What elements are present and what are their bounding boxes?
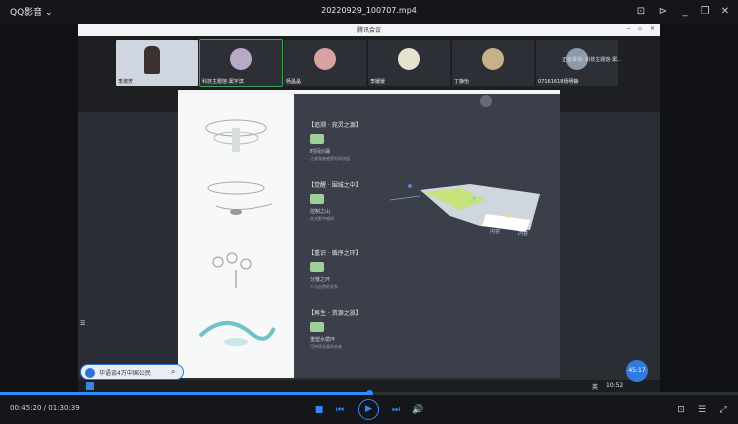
slide-right-pane: 【追溯 · 宛灵之源】 时间沙漏 让参观者感受时间流逝 【觉醒 · 围城之中】 … — [294, 94, 560, 378]
recorded-search-pill: 华语谈4万中国公民 ⌕ — [80, 364, 184, 380]
section-note: 可持续发展的未来 — [310, 344, 342, 349]
screenshot-icon[interactable]: ⊡ — [674, 403, 688, 417]
shared-screen: 【追溯 · 宛灵之源】 时间沙漏 让参观者感受时间流逝 【觉醒 · 围城之中】 … — [178, 90, 560, 378]
section-icon — [310, 194, 324, 204]
settings-icon[interactable]: ☰ — [695, 403, 709, 417]
meeting-close-icon: ✕ — [650, 25, 656, 32]
section-note: 让参观者感受时间流逝 — [310, 156, 350, 161]
participant-tile: 李媛媛 — [368, 40, 450, 86]
playlist-icon[interactable]: ⊡ — [634, 5, 648, 19]
avatar — [398, 48, 420, 70]
participant-tile: 丁静怡 — [452, 40, 534, 86]
pin-icon[interactable]: ⊳ — [656, 5, 670, 19]
stop-button[interactable]: ■ — [312, 403, 326, 417]
participant-tile: 杨晶晶 — [284, 40, 366, 86]
player-controls: 00:45:20 / 01:30:39 ■ ⏮ ▶ ⏭ 🔊 ⊡ ☰ ⤢ — [0, 395, 738, 424]
section-title: 【追溯 · 宛灵之源】 — [308, 122, 362, 129]
recorded-meeting-window: 腾讯会议 − ▫ ✕ 李淑芳 科技主题馆-窦宇滨 杨晶晶 李媛媛 丁静怡 071… — [78, 24, 660, 392]
volume-icon[interactable]: 🔊 — [411, 403, 425, 417]
avatar — [230, 48, 252, 70]
avatar — [482, 48, 504, 70]
exhibit-sketch — [212, 252, 252, 288]
participant-name: 李媛媛 — [370, 79, 386, 85]
windows-start-icon — [86, 382, 94, 390]
meeting-maximize-icon: ▫ — [638, 25, 643, 32]
section-title: 【再生 · 资源之旅】 — [308, 310, 362, 317]
participant-tile: 科技主题馆-窦宇滨 — [199, 39, 283, 87]
section-icon — [310, 322, 324, 332]
section-subtitle: 分散之环 — [310, 277, 331, 283]
taskbar-lang: 英 — [592, 384, 599, 391]
section-icon — [310, 262, 324, 272]
timecode: 00:45:20 / 01:30:39 — [10, 404, 80, 412]
participant-tile: 李淑芳 — [116, 40, 198, 86]
meeting-menu-icon: ☰ — [80, 320, 86, 327]
speaking-indicator: 正在讲话: 科技主题馆-窦... — [562, 57, 622, 63]
close-button[interactable]: ✕ — [718, 5, 732, 19]
map-label: 内容 — [518, 231, 529, 237]
exhibit-sketch — [207, 181, 273, 215]
participant-name: 丁静怡 — [454, 79, 470, 85]
fullscreen-icon[interactable]: ⤢ — [716, 403, 730, 417]
meeting-title: 腾讯会议 — [356, 27, 381, 34]
section-subtitle: 控制之山 — [310, 209, 331, 215]
presenter-avatar — [480, 95, 492, 107]
participant-tile: 07161618杨明静 正在讲话: 科技主题馆-窦... — [536, 40, 622, 86]
minimize-button[interactable]: _ — [678, 5, 692, 19]
player-titlebar: QQ影音 ⌄ 20220929_100707.mp4 ⊡ ⊳ _ ❐ ✕ — [0, 0, 738, 24]
section-note: 人与自然的关系 — [310, 284, 338, 289]
section-title: 【重识 · 循序之环】 — [308, 250, 362, 257]
participant-name: 07161618杨明静 — [538, 79, 579, 85]
exhibit-sketch — [198, 321, 276, 346]
video-filename: 20220929_100707.mp4 — [321, 6, 417, 15]
participant-name: 杨晶晶 — [286, 79, 302, 85]
participant-name: 科技主题馆-窦宇滨 — [202, 79, 244, 85]
search-icon: ⌕ — [171, 367, 176, 376]
search-logo-icon — [85, 368, 95, 378]
taskbar-clock: 10:52 — [606, 382, 624, 389]
section-subtitle: 重塑水循环 — [310, 337, 336, 343]
maximize-button[interactable]: ❐ — [698, 5, 712, 19]
search-text: 华语谈4万中国公民 — [99, 370, 151, 377]
meeting-minimize-icon: − — [626, 25, 632, 32]
section-note: 在光影中感知 — [310, 216, 334, 221]
avatar — [314, 48, 336, 70]
participant-name: 李淑芳 — [118, 79, 134, 85]
section-icon — [310, 134, 324, 144]
next-button[interactable]: ⏭ — [389, 403, 403, 417]
meeting-titlebar: 腾讯会议 − ▫ ✕ — [78, 24, 660, 36]
section-subtitle: 时间沙漏 — [310, 149, 331, 155]
exhibit-sketch — [205, 119, 267, 152]
section-title: 【觉醒 · 围城之中】 — [308, 182, 362, 189]
floor-plan-diagram — [390, 184, 540, 232]
previous-button[interactable]: ⏮ — [333, 403, 347, 417]
timer-badge: 45:17 — [626, 360, 648, 382]
play-button[interactable]: ▶ — [358, 399, 379, 420]
slide-left-pane — [178, 94, 294, 378]
participant-video — [144, 46, 160, 74]
map-label: 内容 — [490, 229, 501, 235]
